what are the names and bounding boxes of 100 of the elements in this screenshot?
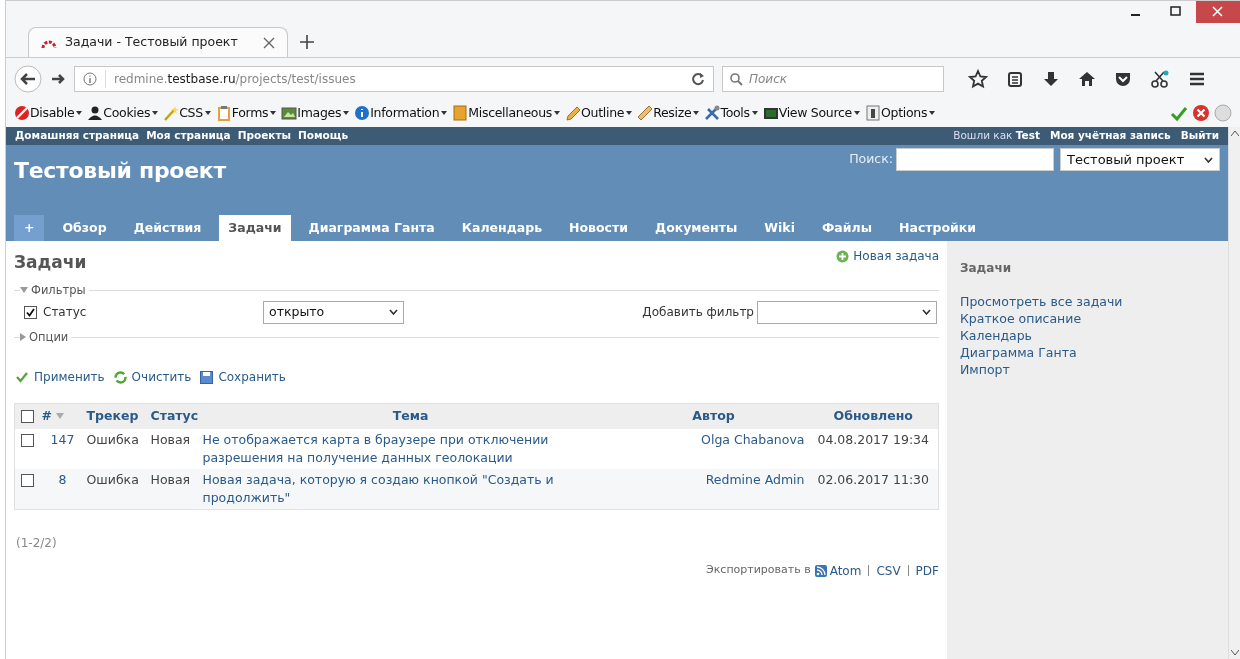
fieldset-toggle[interactable]: Фильтры bbox=[20, 281, 89, 299]
search-field[interactable] bbox=[896, 148, 1054, 171]
issue-id-link[interactable]: 147 bbox=[50, 431, 75, 447]
filter-action-link[interactable]: Применить bbox=[16, 368, 105, 386]
tab[interactable]: Обзор bbox=[53, 215, 116, 241]
tab[interactable]: Настройки bbox=[890, 215, 986, 241]
toolbar-menu-button[interactable]: Outline bbox=[565, 103, 633, 123]
scroll-down-icon[interactable] bbox=[1230, 650, 1239, 655]
top-menu-link[interactable]: Моя страница bbox=[146, 128, 231, 144]
top-menu-link[interactable]: Домашняя страница bbox=[15, 128, 140, 144]
filter-label: Статус bbox=[43, 304, 88, 322]
caret-icon bbox=[693, 111, 700, 115]
tab[interactable]: Диаграмма Ганта bbox=[299, 215, 444, 241]
fieldset-toggle[interactable]: Опции bbox=[20, 328, 72, 346]
sidebar-link[interactable]: Просмотреть все задачи bbox=[960, 293, 1123, 310]
new-issue-link[interactable]: Новая задача bbox=[836, 247, 939, 265]
column-header[interactable]: Трекер bbox=[86, 406, 139, 426]
select-all-checkbox[interactable] bbox=[21, 409, 34, 423]
logged-in-text: Вошли как Test bbox=[953, 128, 1040, 144]
toolbar-menu-button[interactable]: View Source bbox=[762, 103, 860, 123]
triangle-right-icon bbox=[20, 333, 26, 342]
project-select[interactable]: Тестовый проект bbox=[1060, 148, 1220, 171]
author-link[interactable]: Redmine Admin bbox=[705, 471, 805, 487]
checkbox[interactable] bbox=[24, 305, 37, 319]
sidebar-link[interactable]: Диаграмма Ганта bbox=[960, 344, 1077, 361]
check-icon[interactable] bbox=[1170, 105, 1188, 121]
home-icon[interactable] bbox=[1078, 69, 1096, 88]
search-icon bbox=[729, 71, 743, 86]
export-link[interactable]: PDF bbox=[915, 561, 939, 580]
close-icon[interactable] bbox=[263, 36, 275, 49]
toolbar-menu-button[interactable]: Information bbox=[354, 103, 448, 123]
filter-action-link[interactable]: Сохранить bbox=[200, 368, 286, 386]
toolbar-menu-button[interactable]: Disable bbox=[14, 103, 83, 123]
sidebar-link[interactable]: Краткое описание bbox=[960, 310, 1082, 327]
info-icon bbox=[354, 105, 371, 121]
error-icon[interactable] bbox=[1192, 104, 1210, 122]
scroll-up-icon[interactable] bbox=[1230, 131, 1239, 136]
address-bar[interactable]: redmine.testbase.ru/projects/test/issues bbox=[74, 65, 714, 92]
browser-tab[interactable]: Задачи - Тестовый проект bbox=[28, 27, 288, 57]
operator-select[interactable]: открыто bbox=[263, 300, 404, 324]
toolbar-menu-button[interactable]: CSS bbox=[163, 103, 211, 123]
column-header[interactable]: Статус bbox=[150, 406, 199, 426]
page-heading: Задачи bbox=[14, 251, 87, 274]
tab[interactable]: Действия bbox=[124, 215, 211, 241]
tab[interactable]: Документы bbox=[646, 215, 747, 241]
column-header[interactable]: Обновлено bbox=[833, 406, 913, 426]
options-icon bbox=[865, 105, 881, 121]
star-icon[interactable] bbox=[968, 68, 988, 89]
new-tab-icon[interactable] bbox=[300, 35, 314, 49]
caret-icon bbox=[626, 111, 633, 115]
reading-list-icon[interactable] bbox=[1006, 69, 1024, 88]
issue-subject-link[interactable]: Не отображается карта в браузере при отключении разрешения на получение данных геолокации bbox=[202, 430, 599, 467]
column-header[interactable]: Тема bbox=[392, 406, 429, 426]
top-menu-link[interactable]: Помощь bbox=[298, 128, 349, 144]
toolbar-menu-button[interactable]: Resize bbox=[637, 103, 700, 123]
issue-id-link[interactable]: 8 bbox=[58, 471, 67, 487]
row-checkbox[interactable] bbox=[21, 433, 34, 447]
toolbar-menu-button[interactable]: Miscellaneous bbox=[452, 103, 561, 123]
tab[interactable]: Новости bbox=[560, 215, 637, 241]
top-menu-link[interactable]: Проекты bbox=[237, 128, 291, 144]
caret-icon bbox=[152, 111, 159, 115]
download-icon[interactable] bbox=[1042, 69, 1060, 88]
wand-icon bbox=[163, 105, 180, 121]
export-link[interactable]: Atom bbox=[814, 561, 862, 580]
tab[interactable]: Задачи bbox=[219, 215, 291, 241]
toolbar-menu-button[interactable]: Images bbox=[281, 103, 350, 123]
browser-search-field[interactable]: Поиск bbox=[722, 65, 944, 92]
close-window-icon[interactable] bbox=[1196, 1, 1240, 23]
tab[interactable]: Файлы bbox=[812, 215, 881, 241]
back-icon[interactable] bbox=[14, 64, 42, 93]
row-checkbox[interactable] bbox=[21, 473, 34, 487]
monitor-icon bbox=[762, 105, 779, 121]
caret-icon bbox=[751, 111, 758, 115]
export-link[interactable]: CSV bbox=[876, 561, 901, 580]
toolbar-menu-button[interactable]: Options bbox=[865, 103, 936, 123]
author-link[interactable]: Olga Chabanova bbox=[701, 431, 805, 447]
chevron-down-icon bbox=[922, 309, 931, 316]
picture-frame-icon bbox=[281, 105, 298, 121]
reload-icon[interactable] bbox=[691, 71, 705, 86]
top-menu-link[interactable]: Выйти bbox=[1180, 128, 1219, 144]
check-icon bbox=[16, 370, 29, 384]
tools-icon bbox=[704, 105, 721, 121]
caret-icon bbox=[929, 111, 936, 115]
sidebar-title: Задачи bbox=[960, 260, 1013, 277]
scissors-icon[interactable] bbox=[1150, 68, 1170, 89]
toolbar-menu-button[interactable]: Forms bbox=[215, 103, 277, 123]
table-cell-text: Ошибка bbox=[86, 431, 139, 447]
table-cell-text: Новая bbox=[150, 471, 191, 487]
sidebar-link[interactable]: Календарь bbox=[960, 327, 1032, 344]
sidebar-link[interactable]: Импорт bbox=[960, 361, 1010, 378]
toolbar-menu-button[interactable]: Cookies bbox=[87, 103, 159, 123]
issue-subject-link[interactable]: Новая задача, которую я создаю кнопкой "Создать и продолжить" bbox=[202, 470, 599, 507]
top-menu-link[interactable]: Моя учётная запись bbox=[1049, 128, 1171, 144]
column-header[interactable]: Автор bbox=[692, 406, 735, 426]
filter-action-link[interactable]: Очистить bbox=[113, 368, 192, 386]
toolbar-menu-button[interactable]: Tools bbox=[704, 103, 758, 123]
column-header[interactable]: # bbox=[41, 406, 52, 426]
tab[interactable]: Календарь bbox=[452, 215, 552, 241]
pencil-icon bbox=[565, 105, 582, 121]
tab[interactable]: Wiki bbox=[755, 215, 804, 241]
